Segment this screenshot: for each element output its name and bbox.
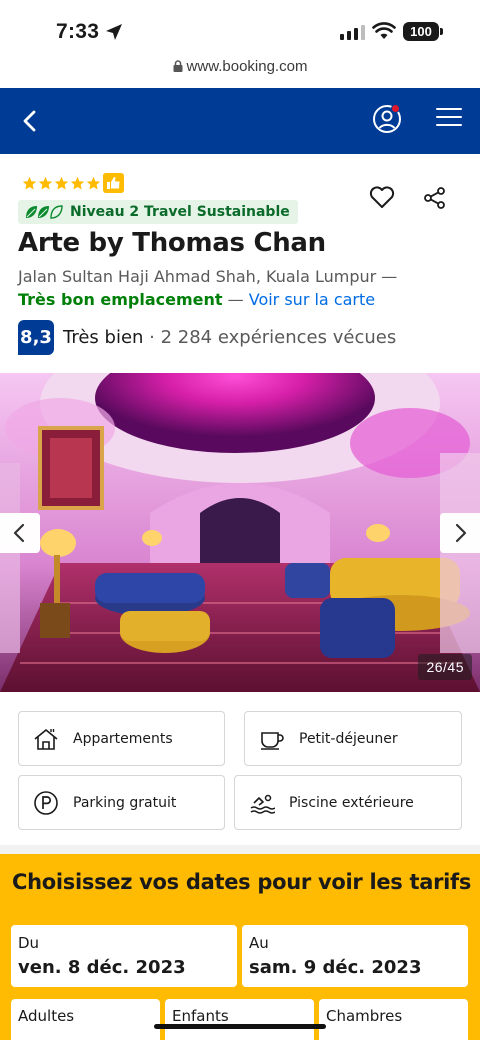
lock-icon bbox=[173, 60, 183, 72]
wifi-icon bbox=[372, 22, 396, 39]
star-icon bbox=[38, 176, 53, 190]
gallery-prev-arrow-icon[interactable] bbox=[0, 513, 40, 553]
status-time: 7:33 bbox=[56, 20, 100, 43]
status-bar: 7:33 100 bbox=[0, 0, 480, 60]
home-indicator bbox=[154, 1024, 326, 1029]
checkout-date-field[interactable]: Au sam. 9 déc. 2023 bbox=[242, 925, 468, 987]
battery-icon: 100 bbox=[403, 22, 443, 41]
rooms-field[interactable]: Chambres bbox=[319, 999, 468, 1040]
view-on-map-link[interactable]: Voir sur la carte bbox=[249, 290, 375, 309]
star-icon bbox=[70, 176, 85, 190]
hotel-name: Arte by Thomas Chan bbox=[18, 228, 326, 258]
hotel-address: Jalan Sultan Haji Ahmad Shah, Kuala Lump… bbox=[18, 267, 398, 286]
search-title: Choisissez vos dates pour voir les tarif… bbox=[12, 870, 472, 894]
hotel-lounge-photo bbox=[0, 373, 480, 692]
checkin-label: Du bbox=[18, 934, 40, 952]
amenity-breakfast[interactable]: Petit-déjeuner bbox=[244, 711, 462, 766]
amenity-label: Piscine extérieure bbox=[289, 794, 414, 811]
adults-field[interactable]: Adultes bbox=[11, 999, 160, 1040]
review-count: · 2 284 expériences vécues bbox=[143, 327, 397, 348]
leaves-icon bbox=[26, 205, 63, 219]
section-divider bbox=[0, 845, 480, 854]
app-header bbox=[0, 88, 480, 154]
location-arrow-icon bbox=[106, 24, 122, 40]
amenity-free-parking[interactable]: Parking gratuit bbox=[18, 775, 225, 830]
photo-counter: 26/45 bbox=[418, 654, 472, 680]
amenity-label: Parking gratuit bbox=[73, 794, 177, 811]
children-field[interactable]: Enfants bbox=[165, 999, 314, 1040]
address-bar[interactable]: www.booking.com bbox=[0, 58, 480, 80]
checkout-value: sam. 9 déc. 2023 bbox=[249, 957, 422, 978]
amenity-outdoor-pool[interactable]: Piscine extérieure bbox=[234, 775, 462, 830]
sustainability-label: Niveau 2 Travel Sustainable bbox=[70, 204, 290, 220]
location-separator: — bbox=[222, 290, 249, 309]
date-search-panel: Choisissez vos dates pour voir les tarif… bbox=[0, 854, 480, 1040]
review-score-badge[interactable]: 8,3 bbox=[18, 320, 54, 355]
share-icon[interactable] bbox=[423, 186, 447, 210]
back-arrow-icon[interactable] bbox=[16, 104, 44, 138]
location-rating: Très bon emplacement bbox=[18, 290, 223, 309]
house-icon bbox=[34, 728, 58, 750]
photo-gallery[interactable]: 26/45 bbox=[0, 373, 480, 692]
sustainability-badge[interactable]: Niveau 2 Travel Sustainable bbox=[18, 200, 298, 224]
star-icon bbox=[22, 176, 37, 190]
star-icon bbox=[86, 176, 101, 190]
children-label: Enfants bbox=[172, 1007, 229, 1025]
amenity-apartments[interactable]: Appartements bbox=[18, 711, 225, 766]
rooms-label: Chambres bbox=[326, 1007, 403, 1025]
swimmer-icon bbox=[250, 794, 275, 814]
coffee-cup-icon bbox=[261, 731, 284, 750]
page: 7:33 100 www.booking.com Niveau 2 Travel… bbox=[0, 0, 480, 1040]
amenity-label: Appartements bbox=[73, 730, 173, 747]
star-icon bbox=[54, 176, 69, 190]
checkout-label: Au bbox=[249, 934, 269, 952]
gallery-next-arrow-icon[interactable] bbox=[440, 513, 480, 553]
review-summary[interactable]: Très bien · 2 284 expériences vécues bbox=[63, 327, 396, 348]
adults-label: Adultes bbox=[18, 1007, 75, 1025]
review-score-word: Très bien bbox=[63, 327, 144, 348]
cellular-signal-icon bbox=[340, 24, 365, 40]
star-rating bbox=[22, 176, 101, 191]
url-text: www.booking.com bbox=[186, 58, 308, 75]
checkin-value: ven. 8 déc. 2023 bbox=[18, 957, 186, 978]
notification-dot bbox=[391, 104, 400, 113]
amenity-label: Petit-déjeuner bbox=[299, 730, 398, 747]
preferred-partner-thumb-icon[interactable] bbox=[103, 173, 124, 193]
parking-icon bbox=[34, 790, 58, 815]
location-line: Très bon emplacement — Voir sur la carte bbox=[18, 290, 375, 309]
checkin-date-field[interactable]: Du ven. 8 déc. 2023 bbox=[11, 925, 237, 987]
hamburger-menu-icon[interactable] bbox=[436, 108, 462, 130]
heart-favorite-icon[interactable] bbox=[368, 184, 396, 210]
